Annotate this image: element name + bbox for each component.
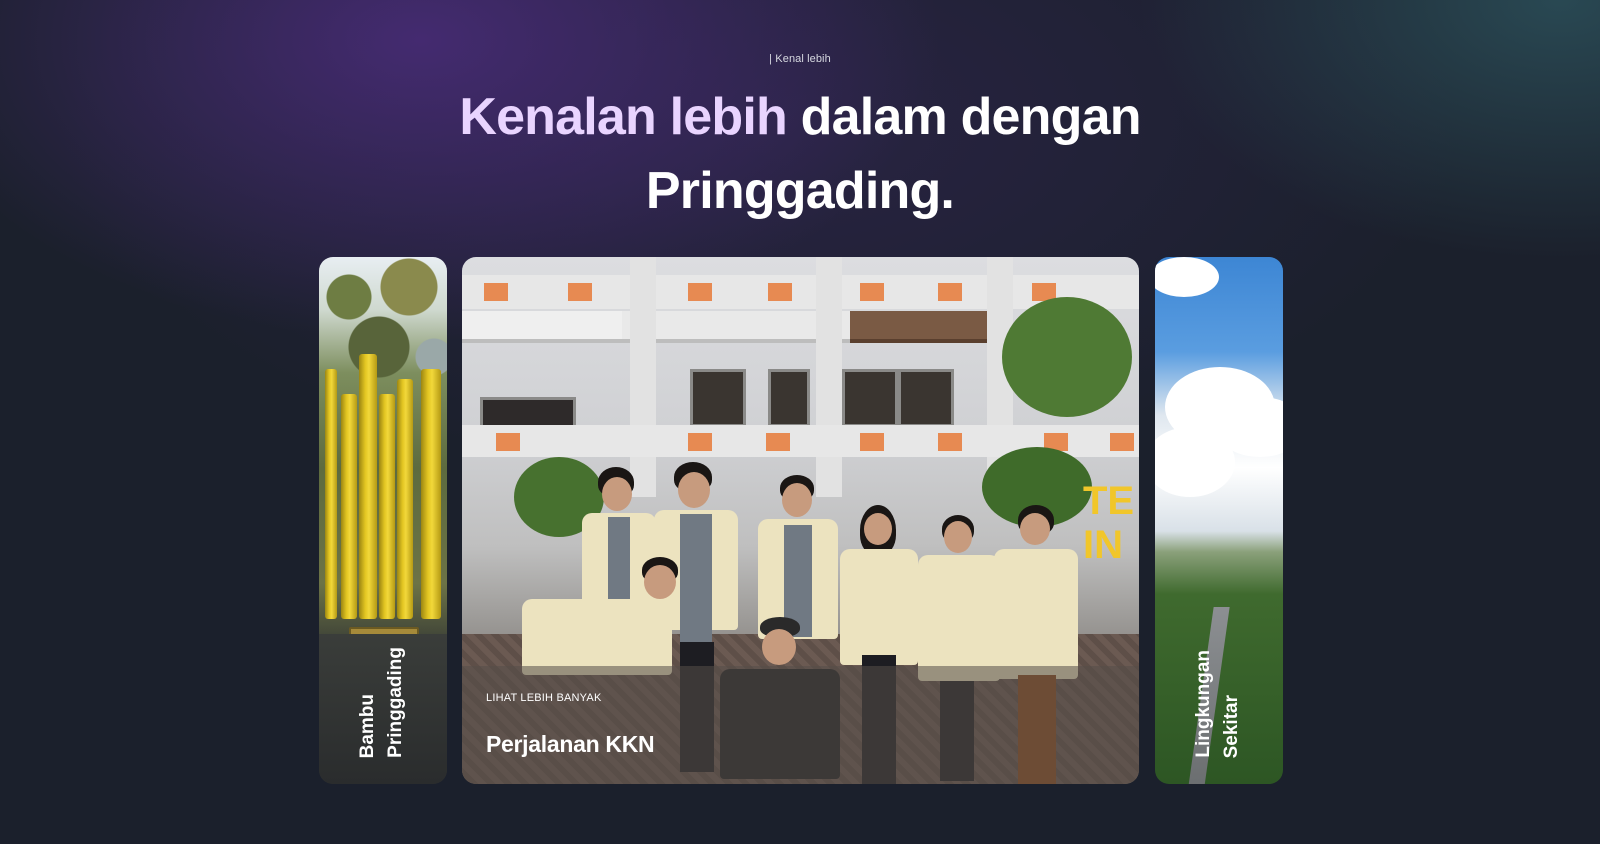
- section-kenal-lebih: | Kenal lebih Kenalan lebih dalam dengan…: [0, 0, 1600, 844]
- gallery-card-bambu[interactable]: Bambu Pringgading: [319, 257, 447, 784]
- gallery-card-lingkungan[interactable]: Lingkungan Sekitar: [1155, 257, 1283, 784]
- bamboo-photo: [319, 257, 447, 784]
- card-label-line2: Sekitar: [1221, 694, 1242, 758]
- card-title-perjalanan-kkn: Perjalanan KKN: [486, 731, 655, 757]
- landscape-photo: [1155, 257, 1283, 784]
- caption-overlay: [462, 666, 1139, 784]
- campus-sign: TE IN: [1083, 479, 1135, 567]
- card-label-bambu: Bambu Pringgading: [319, 647, 447, 758]
- headline-line2: Pringgading.: [645, 162, 955, 220]
- headline-rest: dalam dengan: [800, 88, 1142, 146]
- card-label-line2: Pringgading: [385, 647, 406, 758]
- section-eyebrow: | Kenal lebih: [769, 53, 831, 65]
- headline-accent: Kenalan lebih: [459, 88, 787, 146]
- gallery-card-perjalanan-kkn[interactable]: TE IN LIHAT LEBIH BANYAK Perjalanan KKN: [462, 257, 1139, 784]
- card-label-line1: Bambu: [357, 693, 378, 758]
- section-headline: Kenalan lebih dalam dengan Pringgading.: [0, 80, 1600, 228]
- see-more-link[interactable]: LIHAT LEBIH BANYAK: [486, 692, 601, 704]
- card-label-lingkungan: Lingkungan Sekitar: [1155, 650, 1283, 758]
- card-label-line1: Lingkungan: [1193, 650, 1214, 758]
